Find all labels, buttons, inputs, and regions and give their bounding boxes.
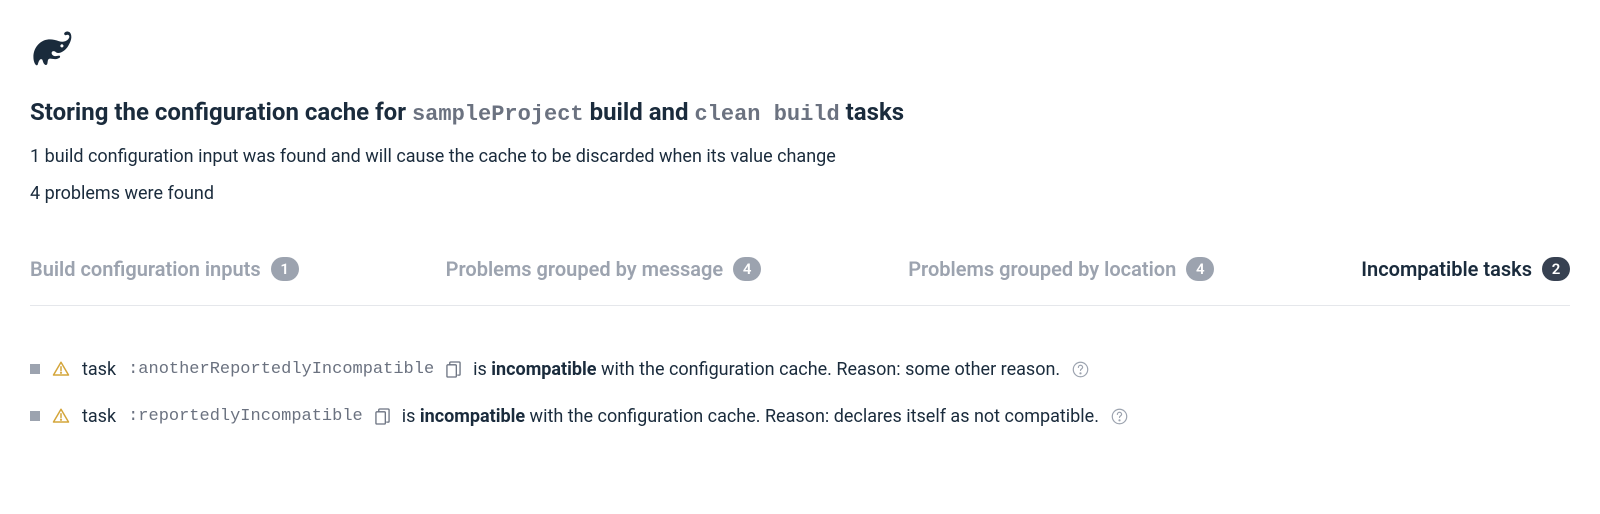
task-type-label: task [82,356,116,383]
tasks-name: clean build [694,102,839,127]
tab-label: Problems grouped by location [908,257,1176,281]
help-icon[interactable] [1111,408,1128,425]
bullet-icon [30,411,40,421]
tab-badge: 4 [1186,257,1214,281]
tabs-container: Build configuration inputs 1 Problems gr… [30,257,1570,306]
task-row: task :anotherReportedlyIncompatible is i… [30,356,1570,383]
subtitle-problems: 4 problems were found [30,180,1570,207]
copy-icon[interactable] [446,361,461,378]
task-row: task :reportedlyIncompatible is incompat… [30,403,1570,430]
task-description: is incompatible with the configuration c… [473,356,1060,383]
warning-icon [52,360,70,378]
task-path: :reportedlyIncompatible [128,404,363,430]
warning-icon [52,407,70,425]
tab-label: Problems grouped by message [446,257,724,281]
copy-icon[interactable] [375,408,390,425]
gradle-logo [30,30,1570,72]
tab-label: Build configuration inputs [30,257,261,281]
task-path: :anotherReportedlyIncompatible [128,357,434,383]
task-type-label: task [82,403,116,430]
tab-badge: 2 [1542,257,1570,281]
task-description: is incompatible with the configuration c… [402,403,1099,430]
tab-incompatible-tasks[interactable]: Incompatible tasks 2 [1361,257,1570,281]
tab-problems-by-location[interactable]: Problems grouped by location 4 [908,257,1214,281]
tab-label: Incompatible tasks [1361,257,1532,281]
subtitle-inputs: 1 build configuration input was found an… [30,143,1570,170]
tab-badge: 1 [271,257,299,281]
tab-problems-by-message[interactable]: Problems grouped by message 4 [446,257,762,281]
tab-badge: 4 [733,257,761,281]
help-icon[interactable] [1072,361,1089,378]
project-name: sampleProject [412,102,584,127]
bullet-icon [30,364,40,374]
task-list: task :anotherReportedlyIncompatible is i… [30,356,1570,430]
page-title: Storing the configuration cache for samp… [30,96,1570,131]
tab-build-configuration-inputs[interactable]: Build configuration inputs 1 [30,257,299,281]
